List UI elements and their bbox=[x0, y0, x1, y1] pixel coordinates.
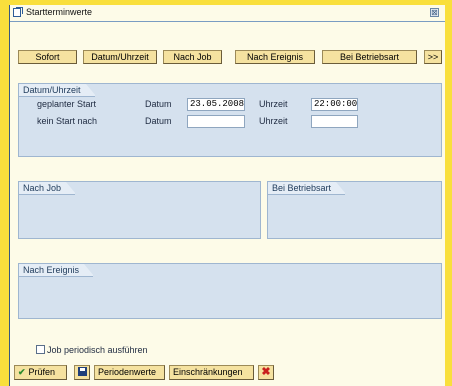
bei-betriebsart-panel-title: Bei Betriebsart bbox=[268, 182, 347, 195]
pruefen-button[interactable]: ✔ Prüfen bbox=[14, 365, 67, 380]
start-time-field[interactable]: 22:00:00 bbox=[311, 98, 358, 111]
kein-start-nach-label: kein Start nach bbox=[37, 116, 98, 126]
periodenwerte-button[interactable]: Periodenwerte bbox=[94, 365, 165, 380]
datum-uhrzeit-panel-title: Datum/Uhrzeit bbox=[19, 84, 96, 97]
close-button[interactable]: ⊠ bbox=[430, 8, 439, 17]
datum-uhrzeit-panel: Datum/Uhrzeit geplanter Start Datum 23.0… bbox=[18, 83, 442, 157]
nach-job-button[interactable]: Nach Job bbox=[163, 50, 222, 64]
cancel-icon: ✖ bbox=[261, 366, 271, 378]
more-button[interactable]: >> bbox=[424, 50, 442, 64]
no-start-time-field[interactable] bbox=[311, 115, 358, 128]
save-button[interactable] bbox=[74, 365, 90, 380]
nach-job-panel: Nach Job bbox=[18, 181, 261, 239]
sofort-button[interactable]: Sofort bbox=[18, 50, 77, 64]
start-uhrzeit-label: Uhrzeit bbox=[259, 99, 288, 109]
nach-ereignis-button[interactable]: Nach Ereignis bbox=[235, 50, 315, 64]
periodic-checkbox[interactable] bbox=[36, 345, 45, 354]
bei-betriebsart-button[interactable]: Bei Betriebsart bbox=[322, 50, 417, 64]
title-bar: Startterminwerte ⊠ bbox=[10, 5, 445, 22]
save-icon bbox=[77, 367, 87, 376]
periodic-label: Job periodisch ausführen bbox=[47, 345, 148, 355]
bei-betriebsart-panel: Bei Betriebsart bbox=[267, 181, 442, 239]
pruefen-label: Prüfen bbox=[28, 367, 56, 377]
datum-uhrzeit-button[interactable]: Datum/Uhrzeit bbox=[83, 50, 157, 64]
no-start-date-field[interactable] bbox=[187, 115, 245, 128]
geplanter-start-label: geplanter Start bbox=[37, 99, 97, 109]
nach-ereignis-panel-title: Nach Ereignis bbox=[19, 264, 95, 277]
end-datum-label: Datum bbox=[145, 116, 172, 126]
start-date-field[interactable]: 23.05.2008 bbox=[187, 98, 245, 111]
einschraenkungen-button[interactable]: Einschränkungen bbox=[169, 365, 254, 380]
popup-window-icon bbox=[13, 7, 23, 17]
checkmark-icon: ✔ bbox=[18, 367, 26, 377]
nach-ereignis-panel: Nach Ereignis bbox=[18, 263, 442, 319]
nach-job-panel-title: Nach Job bbox=[19, 182, 77, 195]
start-datum-label: Datum bbox=[145, 99, 172, 109]
cancel-button[interactable]: ✖ bbox=[258, 365, 274, 380]
end-uhrzeit-label: Uhrzeit bbox=[259, 116, 288, 126]
window-title: Startterminwerte bbox=[26, 7, 93, 17]
